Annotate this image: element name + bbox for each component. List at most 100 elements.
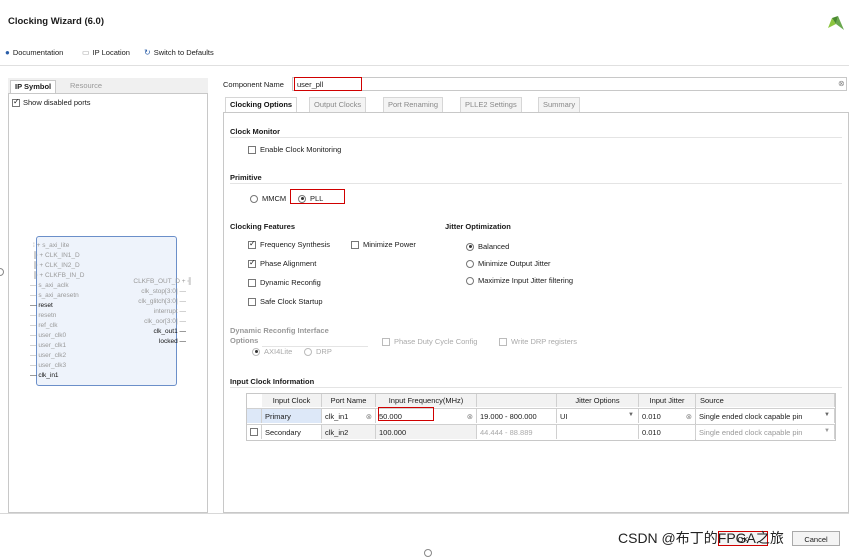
mmcm-radio[interactable]: MMCM	[250, 194, 286, 203]
checkbox-icon	[382, 337, 390, 346]
col-input-frequency: Input Frequency(MHz)	[376, 394, 477, 407]
chevron-down-icon: ▼	[628, 412, 634, 418]
jitter-optimization-heading: Jitter Optimization	[445, 222, 511, 231]
primary-range-cell: 19.000 - 800.000	[477, 408, 557, 423]
tab-plle2-settings[interactable]: PLLE2 Settings	[460, 97, 522, 112]
minimize-power-checkbox[interactable]: Minimize Power	[351, 240, 416, 249]
primary-jitter-value: 0.010	[642, 412, 661, 421]
collapse-handle[interactable]	[0, 268, 4, 276]
tab-resource[interactable]: Resource	[66, 80, 106, 93]
col-port-name: Port Name	[322, 394, 376, 407]
pll-highlight	[290, 189, 345, 204]
pin-s-axi-aresetn: — s_axi_aresetn	[30, 292, 79, 299]
section-divider	[230, 137, 842, 138]
window-title: Clocking Wizard (6.0)	[8, 16, 104, 27]
minimize-output-jitter-radio[interactable]: Minimize Output Jitter	[466, 259, 551, 268]
frequency-synthesis-checkbox[interactable]: Frequency Synthesis	[248, 239, 331, 249]
tab-port-renaming[interactable]: Port Renaming	[383, 97, 444, 112]
maximize-input-jitter-radio[interactable]: Maximize Input Jitter filtering	[466, 276, 573, 285]
col-input-clock: Input Clock	[262, 394, 322, 407]
enable-clock-monitoring-checkbox[interactable]: Enable Clock Monitoring	[248, 145, 341, 154]
minimize-output-jitter-label: Minimize Output Jitter	[478, 259, 551, 268]
pin-clk-out1: clk_out1 —	[153, 328, 186, 335]
clear-icon[interactable]: ⊗	[467, 412, 473, 421]
radio-selected-icon	[252, 347, 260, 356]
phase-duty-cycle-checkbox[interactable]: Phase Duty Cycle Config	[382, 337, 477, 346]
clocking-features-heading: Clocking Features	[230, 222, 296, 231]
checkbox-icon	[248, 145, 256, 154]
input-clock-info-heading: Input Clock Information	[230, 377, 315, 386]
secondary-source-select[interactable]: Single ended clock capable pin ▼	[696, 424, 835, 439]
axi4lite-radio[interactable]: AXI4Lite	[252, 347, 292, 356]
checkbox-icon	[351, 240, 359, 249]
axi4lite-label: AXI4Lite	[264, 347, 293, 356]
show-disabled-ports-checkbox[interactable]: Show disabled ports	[12, 97, 91, 107]
tab-summary[interactable]: Summary	[538, 97, 581, 112]
checkbox-checked-icon	[12, 97, 20, 107]
pin-user-clk2: — user_clk2	[30, 352, 67, 359]
tab-output-clocks[interactable]: Output Clocks	[309, 97, 367, 112]
tab-clocking-options[interactable]: Clocking Options	[225, 97, 298, 112]
checkbox-icon	[248, 297, 256, 306]
secondary-jitter-cell: 0.010	[639, 424, 696, 439]
pin-s-axi-aclk: — s_axi_aclk	[30, 282, 69, 289]
pin-clk-in1: — clk_in1	[30, 372, 59, 379]
frequency-synthesis-label: Frequency Synthesis	[260, 240, 331, 249]
drp-radio[interactable]: DRP	[304, 347, 332, 356]
clear-icon[interactable]: ⊗	[838, 79, 845, 88]
col-jitter-options: Jitter Options	[557, 394, 639, 407]
primary-source-select[interactable]: Single ended clock capable pin ▼	[696, 408, 835, 423]
primary-jitter-cell[interactable]: 0.010 ⊗	[639, 408, 696, 423]
toolbar-divider	[0, 65, 849, 66]
checkbox-icon	[499, 337, 507, 346]
dynamic-reconfig-checkbox[interactable]: Dynamic Reconfig	[248, 278, 321, 287]
section-divider	[230, 183, 842, 184]
primary-port-cell[interactable]: clk_in1 ⊗	[322, 408, 376, 423]
radio-icon	[466, 259, 474, 268]
dynamic-reconfig-label: Dynamic Reconfig	[260, 278, 321, 287]
pin-resetn: — resetn	[30, 312, 57, 319]
chevron-down-icon: ▼	[824, 428, 830, 434]
documentation-label: Documentation	[12, 48, 64, 57]
clear-icon[interactable]: ⊗	[366, 412, 372, 421]
vivado-logo-icon	[828, 16, 844, 30]
tab-ip-symbol[interactable]: IP Symbol	[10, 80, 57, 93]
row-selector[interactable]	[247, 408, 262, 423]
pin-locked: locked —	[158, 338, 186, 345]
checkbox-icon	[248, 278, 256, 287]
title-bar	[0, 0, 849, 44]
secondary-clock-cell: Secondary	[262, 424, 322, 439]
write-drp-label: Write DRP registers	[511, 337, 577, 346]
pin-clk-stop: clk_stop[3:0] —	[141, 288, 186, 295]
balanced-radio[interactable]: Balanced	[466, 242, 509, 251]
pin-ref-clk: — ref_clk	[30, 322, 58, 329]
component-name-field[interactable]	[292, 77, 847, 91]
cancel-button[interactable]: Cancel	[792, 531, 840, 546]
col-range	[477, 394, 557, 407]
ip-location-label: IP Location	[92, 48, 130, 57]
component-name-value[interactable]: user_pll	[294, 77, 362, 91]
minimize-power-label: Minimize Power	[363, 240, 416, 249]
checkbox-icon	[250, 428, 258, 436]
primary-jitter-option-select[interactable]: UI ▼	[557, 408, 639, 423]
info-icon: ●	[5, 48, 10, 57]
jitter-option-value: UI	[560, 412, 568, 421]
primary-clock-cell: Primary	[262, 408, 322, 423]
clear-icon[interactable]: ⊗	[686, 412, 692, 421]
frequency-highlight	[378, 407, 434, 421]
secondary-port-cell: clk_in2	[322, 424, 376, 439]
switch-defaults-button[interactable]: ↻ Switch to Defaults	[144, 48, 214, 57]
balanced-label: Balanced	[478, 242, 510, 251]
safe-clock-startup-checkbox[interactable]: Safe Clock Startup	[248, 297, 323, 306]
show-disabled-label: Show disabled ports	[23, 98, 91, 107]
clocking-options-pane	[223, 113, 849, 513]
pin-clkfb-in-d: ╟ + CLKFB_IN_D	[33, 272, 85, 279]
documentation-button[interactable]: ● Documentation	[5, 48, 63, 57]
ip-location-button[interactable]: ▭ IP Location	[82, 48, 130, 57]
pin-clkfb-out-d: CLKFB_OUT_D + ╢	[133, 278, 192, 285]
pin-user-clk1: — user_clk1	[30, 342, 67, 349]
secondary-source-value: Single ended clock capable pin	[699, 428, 803, 437]
phase-alignment-checkbox[interactable]: Phase Alignment	[248, 258, 316, 268]
write-drp-registers-checkbox[interactable]: Write DRP registers	[499, 337, 577, 346]
secondary-enable-checkbox[interactable]	[247, 424, 262, 439]
